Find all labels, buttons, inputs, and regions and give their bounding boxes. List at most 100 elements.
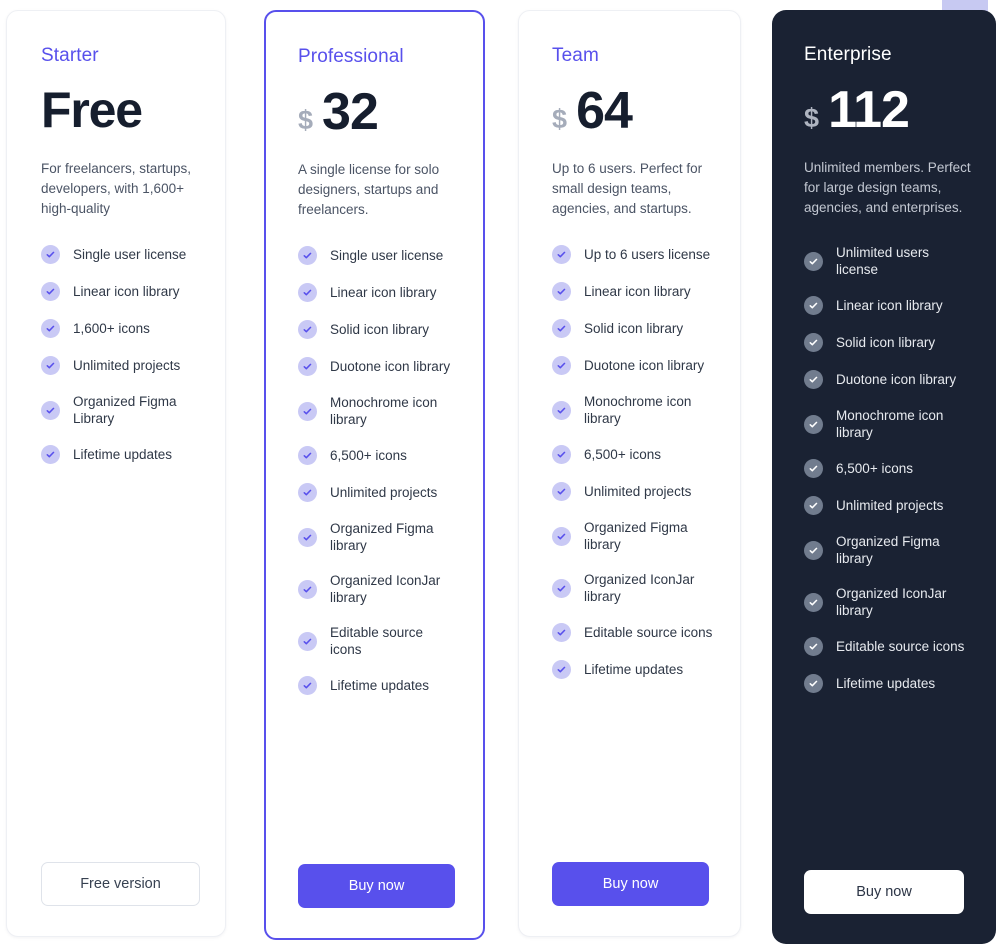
feature-label: Unlimited projects xyxy=(584,484,692,499)
plan-name-starter: Starter xyxy=(41,45,99,66)
feature-label: Solid icon library xyxy=(836,335,936,350)
check-icon xyxy=(804,459,824,478)
feature-label: Linear icon library xyxy=(330,285,437,300)
currency-symbol: $ xyxy=(298,105,314,135)
feature-label: Solid icon library xyxy=(330,322,430,337)
check-icon xyxy=(41,400,60,420)
feature-label: 6,500+ icons xyxy=(330,448,407,463)
list-item: Monochrome icon library xyxy=(298,394,457,428)
pricing-card-enterprise: Enterprise $ 112 Unlimited members. Perf… xyxy=(772,10,996,944)
list-item: Solid icon library xyxy=(804,333,972,352)
check-icon xyxy=(552,660,572,679)
list-item: Unlimited projects xyxy=(804,496,972,515)
feature-label: Linear icon library xyxy=(73,284,180,299)
list-item: Organized Figma library xyxy=(552,519,714,553)
check-icon xyxy=(804,251,824,271)
check-icon xyxy=(298,357,317,376)
price-enterprise: $ 112 xyxy=(804,84,972,136)
list-item: Editable source icons xyxy=(804,637,972,656)
list-item: Single user license xyxy=(41,245,197,264)
check-icon xyxy=(298,579,317,599)
check-icon xyxy=(298,483,317,502)
check-icon xyxy=(552,319,572,338)
list-item: 6,500+ icons xyxy=(552,445,714,464)
feature-label: Duotone icon library xyxy=(330,359,451,374)
cta-wrap: Buy now xyxy=(552,856,714,936)
cta-wrap: Free version xyxy=(41,856,200,936)
list-item: Monochrome icon library xyxy=(552,393,714,427)
feature-list-enterprise: Unlimited users license Linear icon libr… xyxy=(804,244,972,864)
check-icon xyxy=(552,282,572,301)
feature-list-professional: Single user license Linear icon library … xyxy=(298,246,457,858)
feature-label: Editable source icons xyxy=(330,625,424,657)
feature-label: Lifetime updates xyxy=(584,662,684,677)
plan-description-starter: For freelancers, startups, developers, w… xyxy=(41,161,192,216)
list-item: Organized Figma Library xyxy=(41,393,197,427)
check-icon xyxy=(41,445,60,464)
feature-label: Monochrome icon library xyxy=(330,395,438,427)
feature-label: Lifetime updates xyxy=(330,678,430,693)
feature-label: Solid icon library xyxy=(584,321,684,336)
list-item: Linear icon library xyxy=(804,296,972,315)
feature-label: Organized IconJar library xyxy=(584,572,695,604)
feature-label: Unlimited projects xyxy=(836,498,944,513)
list-item: Monochrome icon library xyxy=(804,407,972,441)
feature-label: Editable source icons xyxy=(584,625,713,640)
check-icon xyxy=(804,496,824,515)
feature-label: Single user license xyxy=(73,247,187,262)
feature-label: Editable source icons xyxy=(836,639,965,654)
check-icon xyxy=(804,637,824,656)
feature-label: Lifetime updates xyxy=(73,447,173,462)
buy-now-button[interactable]: Buy now xyxy=(552,862,710,906)
plan-name-professional: Professional xyxy=(298,46,404,67)
pricing-card-list: Starter Free For freelancers, startups, … xyxy=(0,0,996,948)
plan-description-team: Up to 6 users. Perfect for small design … xyxy=(552,161,703,216)
check-icon xyxy=(804,674,824,693)
list-item: Lifetime updates xyxy=(552,660,714,679)
price-team: $ 64 xyxy=(552,85,714,137)
feature-label: Lifetime updates xyxy=(836,676,936,691)
feature-label: Unlimited projects xyxy=(330,485,438,500)
free-version-button[interactable]: Free version xyxy=(41,862,200,906)
list-item: Duotone icon library xyxy=(804,370,972,389)
feature-label: Organized Figma library xyxy=(584,520,688,552)
buy-now-button[interactable]: Buy now xyxy=(804,870,965,914)
check-icon xyxy=(804,370,824,389)
check-icon xyxy=(552,245,572,264)
price-starter: Free xyxy=(41,85,197,137)
list-item: Linear icon library xyxy=(552,282,714,301)
list-item: Lifetime updates xyxy=(804,674,972,693)
list-item: Organized Figma library xyxy=(298,520,457,554)
check-icon xyxy=(41,282,60,301)
list-item: Duotone icon library xyxy=(552,356,714,375)
list-item: Editable source icons xyxy=(298,624,457,658)
check-icon xyxy=(552,578,572,598)
price-amount: 112 xyxy=(828,81,910,139)
list-item: Duotone icon library xyxy=(298,357,457,376)
list-item: 1,600+ icons xyxy=(41,319,197,338)
feature-label: Duotone icon library xyxy=(584,358,705,373)
list-item: Solid icon library xyxy=(298,320,457,339)
check-icon xyxy=(298,446,317,465)
list-item: Unlimited users license xyxy=(804,244,972,278)
list-item: 6,500+ icons xyxy=(298,446,457,465)
check-icon xyxy=(804,592,824,612)
check-icon xyxy=(41,319,60,338)
list-item: Single user license xyxy=(298,246,457,265)
feature-label: Organized IconJar library xyxy=(836,586,947,618)
list-item: Organized IconJar library xyxy=(552,571,714,605)
price-amount: Free xyxy=(41,82,143,138)
buy-now-button[interactable]: Buy now xyxy=(298,864,455,908)
list-item: Up to 6 users license xyxy=(552,245,714,264)
feature-label: Linear icon library xyxy=(836,298,943,313)
list-item: Lifetime updates xyxy=(298,676,457,695)
feature-label: Linear icon library xyxy=(584,284,691,299)
check-icon xyxy=(804,540,824,560)
feature-label: Organized Figma library xyxy=(836,534,940,566)
list-item: 6,500+ icons xyxy=(804,459,972,478)
list-item: Organized IconJar library xyxy=(298,572,457,606)
feature-label: Duotone icon library xyxy=(836,372,957,387)
plan-description-professional: A single license for solo designers, sta… xyxy=(298,162,440,217)
feature-label: 6,500+ icons xyxy=(584,447,661,462)
price-professional: $ 32 xyxy=(298,86,457,138)
